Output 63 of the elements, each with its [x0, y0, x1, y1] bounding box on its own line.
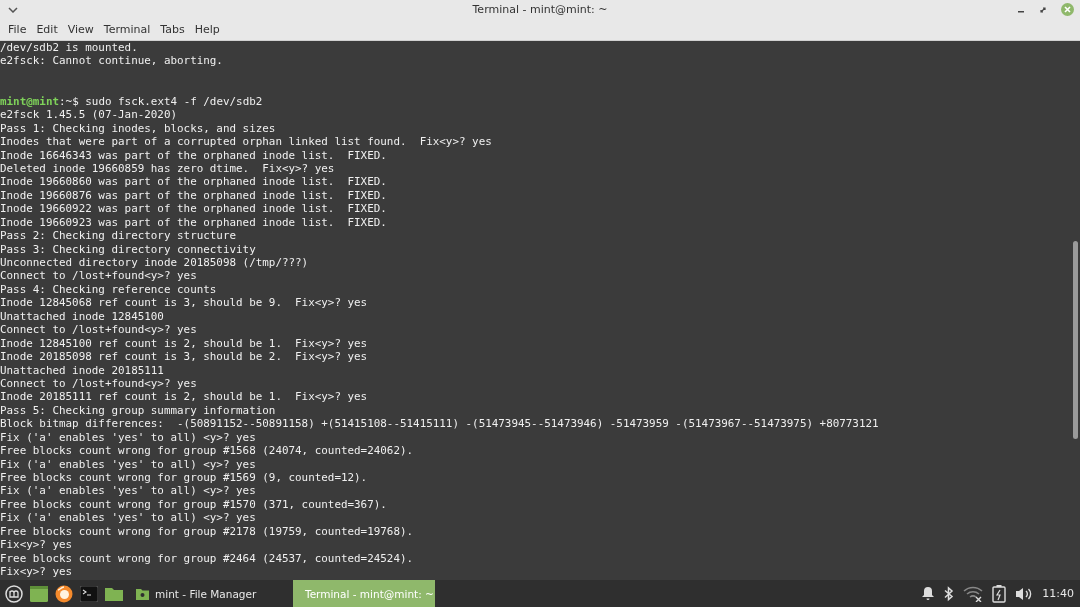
output-line: Inode 19660876 was part of the orphaned inode list. FIXED. [0, 188, 387, 203]
output-line: Free blocks count wrong for group #2464 (24537, counted=24524). [0, 551, 414, 566]
scrollbar-thumb[interactable] [1073, 241, 1078, 439]
output-line: /dev/sdb2 is mounted. [0, 41, 138, 55]
output-line: Fix ('a' enables 'yes' to all) <y>? yes [0, 430, 256, 445]
output-line: Inode 20185111 ref count is 2, should be 1. Fix<y>? yes [0, 390, 368, 404]
output-line: Free blocks count wrong for group #1570 (371, counted=367). [0, 497, 387, 512]
restore-icon[interactable] [1039, 5, 1047, 14]
chevron-icon[interactable] [8, 6, 18, 13]
output-line: Inode 19660923 was part of the orphaned inode list. FIXED. [0, 215, 387, 230]
output-line: Inode 12845100 ref count is 2, should be 1. Fix<y>? yes [0, 336, 368, 351]
output-line: Inode 12845068 ref count is 3, should be 9. Fix<y>? yes [0, 296, 368, 310]
wifi-icon[interactable] [963, 585, 984, 602]
folder-icon [136, 587, 149, 600]
output-line: Deleted inode 19660859 has zero dtime. Fix<y>? yes [0, 161, 335, 176]
output-line: Free blocks count wrong for group #2178 (19759, counted=19768). [0, 524, 414, 539]
prompt-user: mint@mint [0, 94, 59, 109]
prompt-path: :~$ [59, 94, 79, 109]
output-line: Pass 3: Checking directory connectivity [0, 242, 256, 256]
output-line: Free blocks count wrong for group #1568 (24074, counted=24062). [0, 444, 414, 458]
window-title: Terminal - mint@mint: ~ [472, 3, 608, 16]
volume-icon[interactable] [1015, 586, 1034, 601]
menu-item[interactable]: Terminal [98, 23, 156, 36]
menu-item[interactable]: Tabs [155, 23, 190, 36]
output-line: Connect to /lost+found<y>? yes [0, 269, 197, 283]
output-line: Inodes that were part of a corrupted orphan linked list found. Fix<y>? yes [0, 135, 492, 149]
command-text: sudo fsck.ext4 -f /dev/sdb2 [85, 94, 263, 109]
menu-logo-icon[interactable] [5, 584, 23, 603]
output-line: Pass 2: Checking directory structure [0, 229, 237, 243]
output-line: Fix ('a' enables 'yes' to all) <y>? yes [0, 511, 256, 525]
bell-icon[interactable] [921, 586, 936, 601]
output-line: Connect to /lost+found<y>? yes [0, 376, 197, 391]
taskbar-window-button[interactable]: mint - File Manager [130, 580, 272, 607]
output-line: Unconnected directory inode 20185098 (/tmp/???) [0, 256, 309, 270]
battery-icon[interactable] [992, 584, 1007, 603]
folder-icon[interactable] [105, 586, 123, 601]
output-line: Fix<y>? yes [0, 538, 73, 552]
output-line: Fix ('a' enables 'yes' to all) <y>? yes [0, 457, 256, 471]
output-line: Pass 1: Checking inodes, blocks, and sizes [0, 121, 276, 136]
output-line: Free blocks count wrong for group #1569 (9, counted=12). [0, 471, 368, 485]
output-line: Fix<y>? yes [0, 565, 73, 579]
output-line: Inode 16646343 was part of the orphaned inode list. FIXED. [0, 148, 387, 162]
menu-item[interactable]: Edit [31, 23, 63, 36]
output-line: Inode 20185098 ref count is 3, should be 2. Fix<y>? yes [0, 350, 368, 364]
menu-item[interactable]: Help [189, 23, 225, 36]
terminal-icon[interactable] [80, 585, 98, 602]
output-line: Unattached inode 20185111 [0, 363, 164, 377]
output-line: e2fsck 1.45.5 (07-Jan-2020) [0, 108, 178, 122]
output-line: Inode 19660860 was part of the orphaned inode list. FIXED. [0, 175, 387, 189]
menu-item[interactable]: View [62, 23, 99, 36]
output-line: Fix ('a' enables 'yes' to all) <y>? yes [0, 484, 256, 498]
clock[interactable]: 11:40 [1042, 587, 1074, 600]
desktop-icon[interactable] [30, 585, 48, 602]
output-line: Unattached inode 12845100 [0, 309, 164, 324]
output-line: Connect to /lost+found<y>? yes [0, 323, 197, 337]
bluetooth-icon[interactable] [944, 585, 955, 602]
output-line: Block bitmap differences: -(50891152--50891158) +(51415108--51415111) -(51473945--51473946) -51473959 -(51473967--51473975) +80773121 [0, 417, 879, 431]
output-line: Pass 5: Checking group summary information [0, 403, 276, 418]
output-line: Inode 19660922 was part of the orphaned inode list. FIXED. [0, 202, 387, 216]
output-line: Pass 4: Checking reference counts [0, 282, 217, 297]
output-line: e2fsck: Cannot continue, aborting. [0, 54, 223, 68]
browser-icon[interactable] [55, 584, 73, 603]
menu-item[interactable]: File [3, 23, 32, 36]
